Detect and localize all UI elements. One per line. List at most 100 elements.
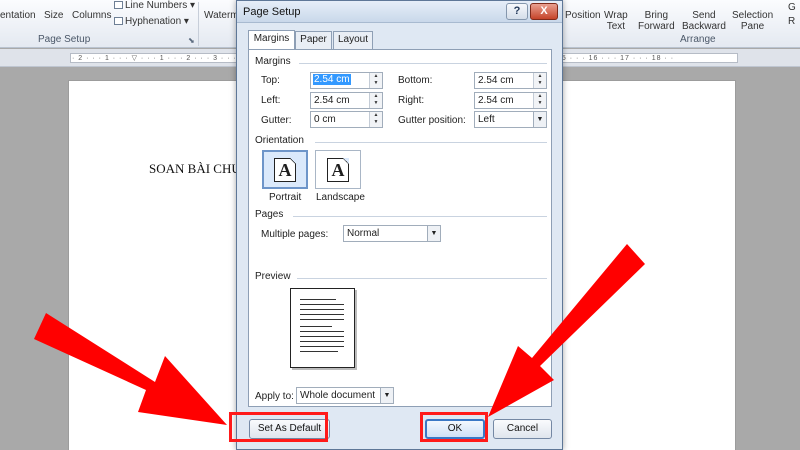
top-margin-spinner[interactable]: 2.54 cm ▲ ▼ <box>310 72 383 89</box>
right-margin-spinner[interactable]: 2.54 cm ▲ ▼ <box>474 92 547 109</box>
bring-forward-label-1: Bring <box>644 10 669 21</box>
spinner-arrows[interactable]: ▲ ▼ <box>533 93 546 108</box>
dialog-titlebar[interactable]: Page Setup ? X <box>237 1 562 23</box>
left-margin-spinner[interactable]: 2.54 cm ▲ ▼ <box>310 92 383 109</box>
group-separator <box>198 2 199 46</box>
columns-button[interactable]: Columns <box>72 10 111 21</box>
preview-line <box>300 346 344 347</box>
preview-line <box>300 336 344 337</box>
chevron-down-icon[interactable]: ▼ <box>533 112 546 127</box>
left-margin-label: Left: <box>261 95 281 106</box>
preview-line <box>300 351 338 352</box>
gutter-position-label: Gutter position: <box>398 115 466 126</box>
preview-line <box>300 314 344 315</box>
help-button[interactable]: ? <box>506 3 528 20</box>
cancel-button[interactable]: Cancel <box>493 419 552 439</box>
preview-line <box>300 299 336 300</box>
wrap-text-label-1: Wrap <box>604 10 628 21</box>
gutter-position-select[interactable]: Left ▼ <box>474 111 547 128</box>
selection-pane-label-2: Pane <box>740 21 765 32</box>
position-button[interactable]: Position <box>565 10 601 21</box>
margins-section-heading: Margins <box>255 56 291 67</box>
landscape-page-icon: A <box>327 157 349 182</box>
orientation-button[interactable]: entation <box>0 10 36 21</box>
right-margin-value: 2.54 cm <box>478 95 514 106</box>
spinner-arrows[interactable]: ▲ ▼ <box>369 73 382 88</box>
selection-pane-label-1: Selection <box>732 10 774 21</box>
wrap-text-button[interactable]: Wrap Text <box>604 10 628 32</box>
section-divider <box>299 63 547 64</box>
page-setup-dialog: Page Setup ? X Margins Paper Layout Marg… <box>236 0 563 450</box>
gutter-spinner[interactable]: 0 cm ▲ ▼ <box>310 111 383 128</box>
spin-down-icon: ▼ <box>537 80 543 86</box>
spinner-arrows[interactable]: ▲ ▼ <box>533 73 546 88</box>
close-button[interactable]: X <box>530 3 558 20</box>
dialog-title: Page Setup <box>243 6 301 18</box>
spin-up-icon: ▲ <box>537 93 543 99</box>
selection-pane-button[interactable]: Selection Pane <box>732 10 773 32</box>
spinner-arrows[interactable]: ▲ ▼ <box>369 112 382 127</box>
preview-line <box>300 304 344 305</box>
spinner-arrows[interactable]: ▲ ▼ <box>369 93 382 108</box>
apply-to-select[interactable]: Whole document ▼ <box>296 387 394 404</box>
hyphenation-icon <box>114 17 123 26</box>
gutter-value: 0 cm <box>314 114 336 125</box>
spin-up-icon: ▲ <box>373 73 379 79</box>
multiple-pages-label: Multiple pages: <box>261 229 329 240</box>
gutter-label: Gutter: <box>261 115 292 126</box>
tab-paper[interactable]: Paper <box>295 31 332 49</box>
send-backward-label-2: Backward <box>682 21 726 32</box>
apply-to-label: Apply to: <box>255 391 294 402</box>
spin-down-icon: ▼ <box>537 100 543 106</box>
apply-to-value: Whole document <box>300 390 376 401</box>
multiple-pages-value: Normal <box>347 228 380 239</box>
portrait-label: Portrait <box>269 192 302 203</box>
highlight-set-as-default <box>229 412 328 442</box>
gutter-position-value: Left <box>478 114 495 125</box>
pages-section-heading: Pages <box>255 209 284 220</box>
bottom-margin-spinner[interactable]: 2.54 cm ▲ ▼ <box>474 72 547 89</box>
spin-down-icon: ▼ <box>373 100 379 106</box>
preview-line <box>300 319 344 320</box>
bottom-margin-value: 2.54 cm <box>478 75 514 86</box>
size-button[interactable]: Size <box>44 10 63 21</box>
spin-up-icon: ▲ <box>373 93 379 99</box>
portrait-option[interactable]: A <box>262 150 308 189</box>
rotate-overflow-button[interactable]: R <box>788 16 795 27</box>
landscape-option[interactable]: A <box>315 150 361 189</box>
bring-forward-button[interactable]: Bring Forward <box>638 10 675 32</box>
hyphenation-button[interactable]: Hyphenation ▾ <box>114 16 189 27</box>
section-divider <box>293 216 547 217</box>
tab-layout[interactable]: Layout <box>333 31 373 49</box>
spin-down-icon: ▼ <box>373 80 379 86</box>
group-label-arrange: Arrange <box>680 34 716 45</box>
spin-up-icon: ▲ <box>373 112 379 118</box>
multiple-pages-select[interactable]: Normal ▼ <box>343 225 441 242</box>
hyphenation-label: Hyphenation <box>125 16 182 27</box>
orientation-section-heading: Orientation <box>255 135 304 146</box>
preview-line <box>300 326 332 327</box>
preview-line <box>300 331 344 332</box>
chevron-down-icon[interactable]: ▼ <box>380 388 393 403</box>
chevron-down-icon: ▾ <box>187 0 196 11</box>
section-divider <box>315 142 547 143</box>
bring-forward-label-2: Forward <box>638 21 675 32</box>
section-divider <box>297 278 547 279</box>
preview-line <box>300 341 344 342</box>
send-backward-button[interactable]: Send Backward <box>682 10 726 32</box>
line-numbers-icon <box>114 1 123 10</box>
top-margin-value: 2.54 cm <box>313 74 351 85</box>
dialog-launcher-icon[interactable]: ⬊ <box>188 36 195 45</box>
watermark-button[interactable]: Waterm <box>204 10 239 21</box>
line-numbers-button[interactable]: Line Numbers ▾ <box>114 0 195 11</box>
spin-up-icon: ▲ <box>537 73 543 79</box>
preview-line <box>300 309 344 310</box>
group-overflow-button[interactable]: G <box>788 2 796 13</box>
chevron-down-icon: ▾ <box>181 16 189 27</box>
chevron-down-icon[interactable]: ▼ <box>427 226 440 241</box>
spin-down-icon: ▼ <box>373 119 379 125</box>
send-backward-label-1: Send <box>692 10 716 21</box>
document-heading: SOAN BÀI CHU <box>149 161 241 176</box>
line-numbers-label: Line Numbers <box>125 0 188 11</box>
tab-margins[interactable]: Margins <box>248 30 295 50</box>
